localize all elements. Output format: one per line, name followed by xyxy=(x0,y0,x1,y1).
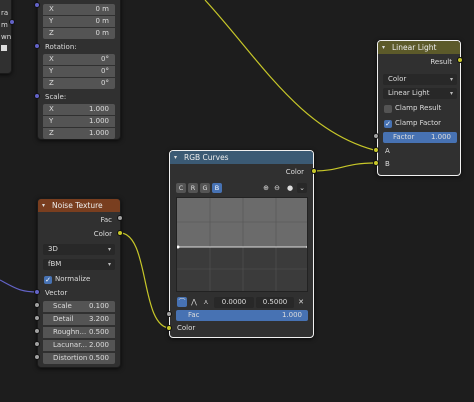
partial-label-2: m xyxy=(1,21,8,29)
normalize-label: Normalize xyxy=(55,275,91,283)
channel-b-button[interactable]: B xyxy=(212,183,222,193)
noise-distortion-field[interactable]: Distortion 0.500 xyxy=(43,353,115,364)
location-x-field[interactable]: X0 m xyxy=(43,4,115,15)
rgb-curves-header[interactable]: ▾ RGB Curves xyxy=(170,151,313,164)
partial-label-3: wn xyxy=(1,33,12,41)
linear-light-header[interactable]: ▾ Linear Light xyxy=(378,41,460,54)
mapping-node[interactable]: X0 m Y0 m Z0 m Rotation: X 0° Y 0° Z 0° Sca… xyxy=(37,0,121,140)
partial-node-left[interactable]: ra m wn xyxy=(0,0,12,74)
rgb-curves-title: RGB Curves xyxy=(184,153,229,162)
normalize-checkbox[interactable]: ✓ xyxy=(44,276,52,284)
noise-detail-field[interactable]: Detail 3.200 xyxy=(43,314,115,325)
noise-color-output-socket[interactable] xyxy=(117,230,123,236)
noise-texture-node[interactable]: ▾ Noise Texture Fac Color 3D ▾ fBM ▾ ✓ Nor… xyxy=(37,198,121,368)
link-top-to-linear-light-a xyxy=(204,0,375,151)
noise-fac-output-label: Fac xyxy=(100,216,112,224)
rgb-curves-output-label: Color xyxy=(285,168,304,176)
rotation-label: Rotation: xyxy=(45,43,77,51)
curve-graph[interactable] xyxy=(176,197,308,292)
clamp-factor-label: Clamp Factor xyxy=(395,119,442,127)
noise-lacunarity-socket[interactable] xyxy=(34,341,40,347)
blend-mode-select[interactable]: Linear Light ▾ xyxy=(383,88,457,99)
curve-grid xyxy=(177,198,307,291)
linear-light-title: Linear Light xyxy=(392,43,437,52)
rotation-y-field[interactable]: Y 0° xyxy=(43,66,115,77)
scale-z-field[interactable]: Z 1.000 xyxy=(43,128,115,139)
vector-input-label: Vector xyxy=(45,289,68,297)
channel-c-button[interactable]: C xyxy=(176,183,186,193)
input-a-socket[interactable] xyxy=(373,147,379,153)
noise-roughness-field[interactable]: Roughn... 0.500 xyxy=(43,327,115,338)
location-z-field[interactable]: Z0 m xyxy=(43,28,115,39)
clamp-result-checkbox[interactable] xyxy=(384,105,392,113)
close-icon[interactable]: ✕ xyxy=(296,297,306,307)
channel-r-button[interactable]: R xyxy=(188,183,198,193)
noise-color-output-label: Color xyxy=(93,230,112,238)
linear-light-result-socket[interactable] xyxy=(457,57,463,63)
chevron-down-icon: ▾ xyxy=(107,261,111,268)
noise-lacunarity-field[interactable]: Lacunar... 2.000 xyxy=(43,340,115,351)
scale-label: Scale: xyxy=(45,93,67,101)
curves-fac-slider[interactable]: Fac 1.000 xyxy=(176,310,308,321)
rotation-x-field[interactable]: X 0° xyxy=(43,54,115,65)
input-b-socket[interactable] xyxy=(373,160,379,166)
noise-fac-output-socket[interactable] xyxy=(117,215,123,221)
noise-scale-socket[interactable] xyxy=(34,302,40,308)
location-y-field[interactable]: Y0 m xyxy=(43,16,115,27)
curves-fac-input-socket[interactable] xyxy=(166,311,172,317)
noise-detail-socket[interactable] xyxy=(34,315,40,321)
dot-menu-icon[interactable]: ● xyxy=(285,183,295,193)
rotation-z-field[interactable]: Z 0° xyxy=(43,78,115,89)
rotation-input-socket[interactable] xyxy=(34,43,40,49)
linear-light-result-label: Result xyxy=(430,58,452,66)
noise-texture-title: Noise Texture xyxy=(52,201,103,210)
noise-distortion-socket[interactable] xyxy=(34,354,40,360)
partial-icon xyxy=(1,45,7,51)
factor-slider[interactable]: Factor 1.000 xyxy=(383,132,457,143)
rgb-curves-node[interactable]: ▾ RGB Curves Color C R G B ⊕ ⊖ ● ⌄ ⌒ ⋀ ⋏… xyxy=(169,150,314,338)
factor-input-socket[interactable] xyxy=(373,133,379,139)
link-rgb-curves-to-linear-light-b xyxy=(313,162,375,172)
zoom-out-icon[interactable]: ⊖ xyxy=(272,183,282,193)
location-input-socket[interactable] xyxy=(34,2,40,8)
zoom-in-icon[interactable]: ⊕ xyxy=(261,183,271,193)
delete-point-icon[interactable]: ⋏ xyxy=(201,297,211,307)
curve-vector-icon[interactable]: ⋀ xyxy=(189,297,199,307)
partial-node-socket[interactable] xyxy=(9,19,15,25)
clamp-factor-checkbox[interactable]: ✓ xyxy=(384,120,392,128)
point-x-field[interactable]: 0.0000 xyxy=(214,297,254,308)
partial-label-1: ra xyxy=(1,9,9,17)
mix-data-type-select[interactable]: Color ▾ xyxy=(383,74,457,85)
noise-scale-field[interactable]: Scale 0.100 xyxy=(43,301,115,312)
scale-input-socket[interactable] xyxy=(34,93,40,99)
link-vector-input xyxy=(0,279,39,293)
input-a-label: A xyxy=(385,147,390,155)
collapse-chevron-icon[interactable]: ▾ xyxy=(382,41,385,54)
linear-light-node[interactable]: ▾ Linear Light Result Color ▾ Linear Ligh… xyxy=(377,40,461,176)
collapse-chevron-icon[interactable]: ▾ xyxy=(42,199,45,212)
chevron-down-icon: ▾ xyxy=(449,90,453,97)
curves-color-input-label: Color xyxy=(177,324,196,332)
channel-g-button[interactable]: G xyxy=(200,183,210,193)
node-editor-canvas[interactable]: ra m wn X0 m Y0 m Z0 m Rotation: X 0° Y 0°… xyxy=(0,0,474,402)
curve-smooth-icon[interactable]: ⌒ xyxy=(177,297,187,307)
noise-dimensions-select[interactable]: 3D ▾ xyxy=(43,244,115,255)
chevron-down-icon: ▾ xyxy=(449,76,453,83)
curves-color-input-socket[interactable] xyxy=(166,325,172,331)
chevron-down-icon[interactable]: ⌄ xyxy=(297,183,307,193)
chevron-down-icon: ▾ xyxy=(107,246,111,253)
link-noise-to-rgb-curves xyxy=(119,232,171,329)
collapse-chevron-icon[interactable]: ▾ xyxy=(174,151,177,164)
scale-x-field[interactable]: X 1.000 xyxy=(43,104,115,115)
clamp-result-label: Clamp Result xyxy=(395,104,442,112)
noise-roughness-socket[interactable] xyxy=(34,328,40,334)
noise-type-select[interactable]: fBM ▾ xyxy=(43,259,115,270)
noise-vector-input-socket[interactable] xyxy=(34,289,40,295)
noise-texture-header[interactable]: ▾ Noise Texture xyxy=(38,199,120,212)
point-y-field[interactable]: 0.5000 xyxy=(256,297,294,308)
rgb-curves-output-socket[interactable] xyxy=(311,168,317,174)
input-b-label: B xyxy=(385,160,390,168)
scale-y-field[interactable]: Y 1.000 xyxy=(43,116,115,127)
